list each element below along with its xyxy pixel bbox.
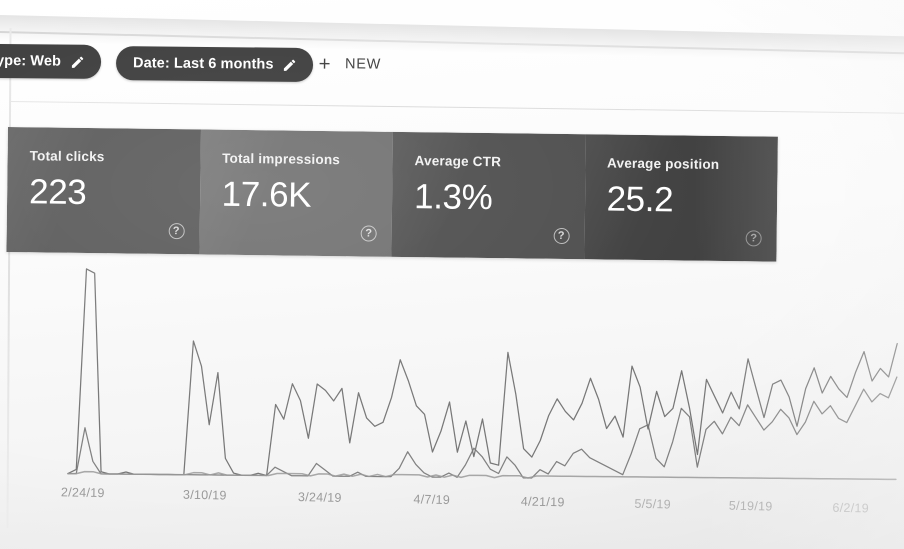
metric-card-average-position[interactable]: Average position 25.2 ?	[583, 134, 778, 262]
pencil-icon[interactable]	[282, 57, 297, 72]
new-filter-button-label: NEW	[344, 55, 382, 73]
filter-chip-search-type[interactable]: type: Web	[0, 43, 102, 79]
metric-card-value: 223	[28, 172, 87, 212]
filter-chip-date-label: Date: Last 6 months	[132, 55, 274, 73]
x-axis-tick: 6/2/19	[832, 500, 870, 516]
metric-card-total-clicks[interactable]: Total clicks 223 ?	[6, 127, 201, 255]
metric-card-value: 25.2	[606, 179, 674, 220]
pencil-icon[interactable]	[70, 54, 85, 69]
filter-toolbar: type: Web Date: Last 6 months NEW	[0, 40, 904, 107]
x-axis-tick: 5/19/19	[728, 498, 773, 514]
x-axis-tick: 4/7/19	[413, 492, 451, 508]
chart-series-layer	[67, 268, 898, 481]
metric-cards: Total clicks 223 ? Total impressions 17.…	[6, 127, 778, 262]
metric-card-label: Average CTR	[414, 153, 502, 170]
help-icon[interactable]: ?	[745, 230, 762, 247]
metric-card-average-ctr[interactable]: Average CTR 1.3% ?	[391, 131, 586, 260]
metric-card-label: Total impressions	[222, 150, 341, 168]
help-icon[interactable]: ?	[168, 223, 185, 240]
x-axis-tick: 3/24/19	[297, 489, 342, 505]
plus-icon	[316, 55, 333, 72]
filter-chip-search-type-label: type: Web	[0, 52, 62, 70]
metric-card-total-impressions[interactable]: Total impressions 17.6K ?	[198, 129, 393, 257]
metric-card-value: 17.6K	[221, 174, 312, 215]
metric-card-label: Average position	[607, 155, 720, 172]
performance-chart[interactable]	[8, 258, 904, 499]
filter-chip-date[interactable]: Date: Last 6 months	[115, 46, 314, 83]
screenshot-root: type: Web Date: Last 6 months NEW Total …	[0, 0, 904, 549]
x-axis-tick: 5/5/19	[634, 496, 672, 512]
chart-line-series	[67, 470, 897, 481]
chart-svg	[67, 268, 898, 481]
metric-card-label: Total clicks	[29, 148, 105, 165]
help-icon[interactable]: ?	[553, 227, 570, 245]
new-filter-button[interactable]: NEW	[310, 51, 387, 77]
help-icon[interactable]: ?	[360, 225, 377, 242]
x-axis-tick: 3/10/19	[182, 487, 227, 503]
x-axis-tick: 2/24/19	[60, 485, 105, 501]
metric-card-value: 1.3%	[413, 176, 493, 217]
x-axis-tick: 4/21/19	[520, 494, 565, 510]
chart-line-series	[67, 268, 898, 477]
